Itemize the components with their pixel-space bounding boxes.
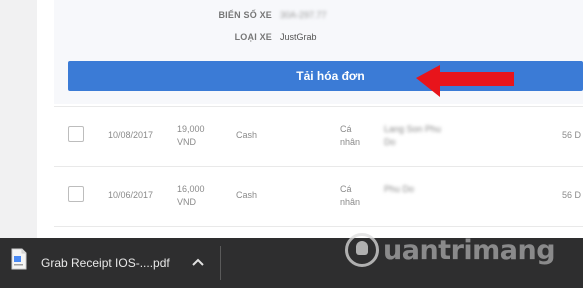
row-date: 10/08/2017 (108, 130, 154, 140)
watermark-text: uantrimang (383, 235, 556, 266)
chevron-up-icon[interactable] (190, 255, 206, 269)
vehicle-type-label: LOẠI XE (234, 32, 272, 42)
lightbulb-glyph (356, 241, 368, 255)
plate-row: BIỂN SỐ XE 30A-297.77 (54, 10, 583, 24)
row-currency: VND (177, 137, 197, 147)
row-checkbox[interactable] (68, 126, 84, 142)
table-row[interactable]: 10/06/2017 16,000 VND Cash Cá nhân Phu D… (54, 166, 583, 227)
row-amount: 16,000 (177, 184, 205, 194)
row-currency: VND (177, 197, 197, 207)
row-extra: 56 D (562, 190, 582, 200)
row-payment: Cash (236, 130, 258, 140)
row-amount: 19,000 (177, 124, 205, 134)
download-bar-divider (220, 246, 221, 280)
vehicle-type-value: JustGrab (280, 32, 317, 42)
row-payment: Cash (236, 190, 258, 200)
download-invoice-label: Tải hóa đơn (296, 69, 365, 83)
table-row[interactable]: 10/08/2017 19,000 VND Cash Cá nhân Lang … (54, 106, 583, 167)
receipt-page: BIỂN SỐ XE 30A-297.77 LOẠI XE JustGrab T… (0, 0, 583, 238)
row-extra: 56 D (562, 130, 582, 140)
row-category-line2: nhân (340, 197, 361, 207)
vehicle-type-row: LOẠI XE JustGrab (54, 32, 583, 46)
row-location-line2: Do (384, 137, 396, 147)
row-date: 10/06/2017 (108, 190, 154, 200)
row-checkbox[interactable] (68, 186, 84, 202)
annotation-arrow-icon (416, 65, 514, 97)
plate-value: 30A-297.77 (280, 10, 327, 20)
download-file-name[interactable]: Grab Receipt IOS-....pdf (41, 256, 170, 270)
row-location-line1: Lang Son Phu (384, 124, 442, 134)
row-category-line1: Cá (340, 124, 352, 134)
row-category-line1: Cá (340, 184, 352, 194)
pdf-file-icon[interactable] (11, 248, 27, 270)
watermark: uantrimang (345, 225, 583, 281)
row-category-line2: nhân (340, 137, 361, 147)
row-location-line1: Phu Do (384, 184, 415, 194)
plate-label: BIỂN SỐ XE (218, 10, 272, 20)
